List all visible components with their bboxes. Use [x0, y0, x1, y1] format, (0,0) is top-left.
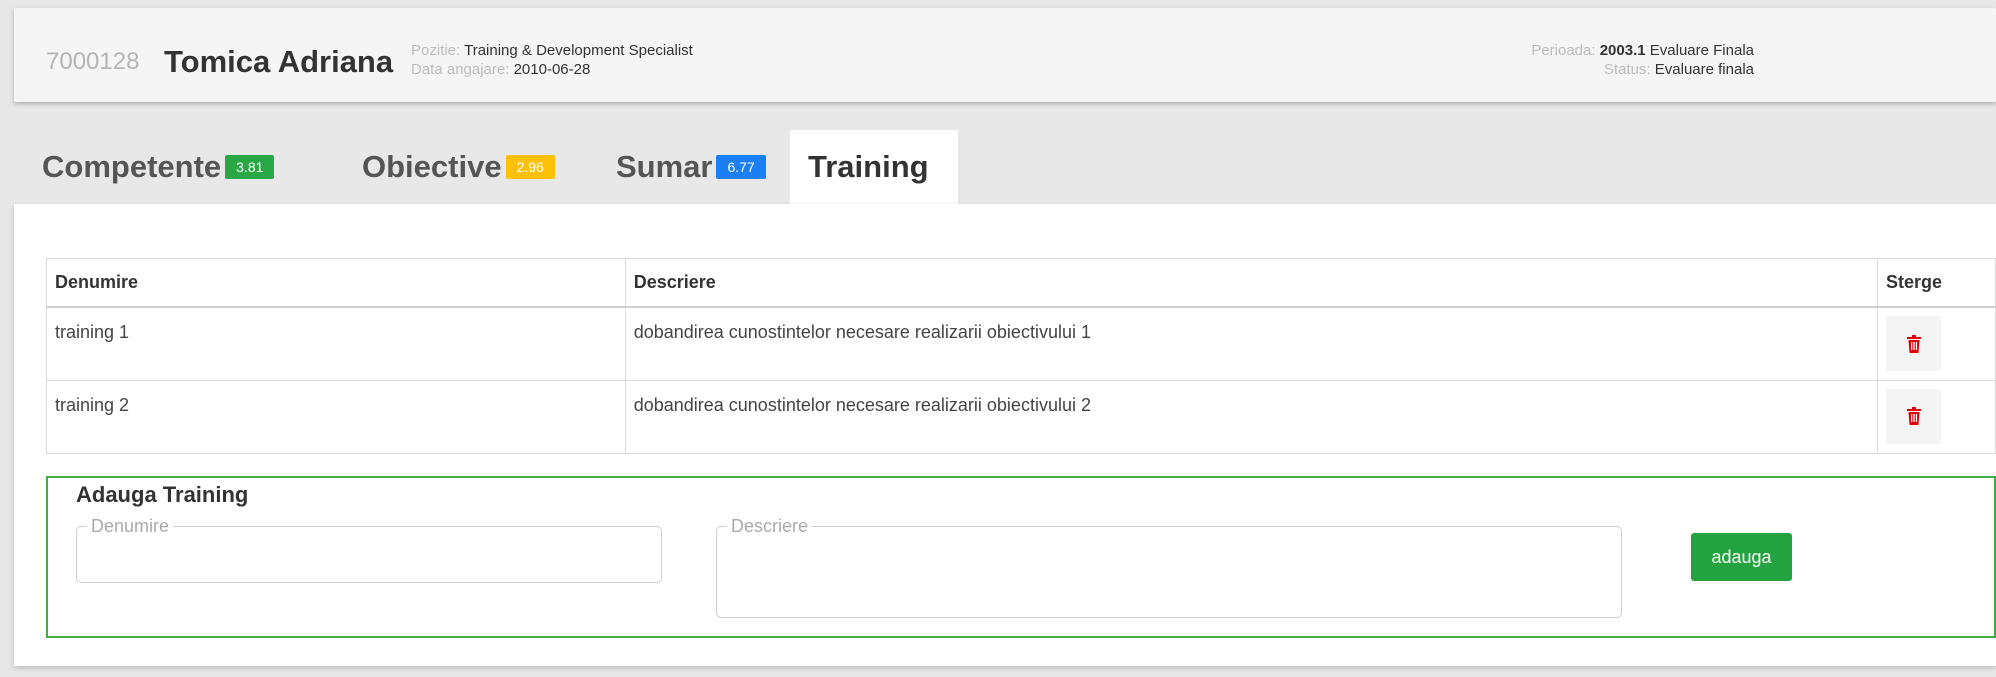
denumire-label: Denumire	[91, 516, 170, 536]
employee-header: 7000128 Tomica Adriana Pozitie: Training…	[14, 8, 1996, 102]
cell-denumire: training 1	[46, 306, 626, 381]
tab-training[interactable]: Training	[790, 130, 958, 204]
delete-button[interactable]	[1886, 388, 1942, 444]
score-badge: 2.96	[505, 155, 555, 179]
column-header: Descriere	[624, 258, 1879, 308]
tab-obiective[interactable]: Obiective 2.96	[344, 130, 573, 204]
score-badge: 6.77	[716, 155, 766, 179]
tab-label: Obiective	[362, 149, 502, 184]
cell-descriere: dobandirea cunostintelor necesare realiz…	[624, 379, 1879, 454]
position-value: Training & Development Specialist	[464, 42, 693, 59]
training-table: Denumire Descriere Sterge training 1 dob…	[46, 258, 1996, 454]
add-training-button[interactable]: adauga	[1691, 533, 1792, 581]
trash-icon	[1906, 334, 1921, 353]
period-label: Perioada:	[1531, 42, 1596, 59]
score-badge: 3.81	[225, 155, 275, 179]
cell-denumire: training 2	[46, 379, 626, 454]
column-header: Denumire	[46, 258, 626, 308]
descriere-input[interactable]	[727, 537, 1611, 579]
descriere-label: Descriere	[731, 516, 809, 536]
tab-label: Training	[808, 149, 929, 184]
status-value: Evaluare finala	[1654, 61, 1754, 78]
tab-competente[interactable]: Competente 3.81	[24, 130, 292, 204]
descriere-field: Descriere	[716, 516, 1622, 618]
table-row: training 2 dobandirea cunostintelor nece…	[46, 379, 1996, 454]
denumire-field: Denumire	[76, 516, 662, 583]
cell-descriere: dobandirea cunostintelor necesare realiz…	[624, 306, 1879, 381]
tab-label: Sumar	[616, 149, 713, 184]
trash-icon	[1906, 407, 1921, 425]
delete-button[interactable]	[1886, 316, 1942, 371]
column-header: Sterge	[1877, 258, 1996, 308]
tab-label: Competente	[42, 149, 222, 184]
tab-sumar[interactable]: Sumar 6.77	[598, 130, 784, 204]
table-row: training 1 dobandirea cunostintelor nece…	[46, 306, 1996, 381]
position-label: Pozitie:	[411, 42, 461, 59]
employee-id: 7000128	[46, 48, 140, 75]
training-panel: Denumire Descriere Sterge training 1 dob…	[14, 204, 1996, 666]
add-training-title: Adauga Training	[76, 482, 249, 507]
status-label: Status:	[1603, 61, 1651, 78]
period-meta: Perioada: 2003.1 Evaluare Finala Status:…	[1454, 41, 1754, 79]
denumire-input[interactable]	[87, 537, 651, 558]
add-training-form: Adauga Training Denumire Descriere adaug…	[46, 476, 1996, 638]
hire-date-value: 2010-06-28	[513, 61, 591, 78]
table-header-row: Denumire Descriere Sterge	[46, 258, 1996, 308]
employee-name: Tomica Adriana	[164, 44, 394, 79]
cell-sterge	[1877, 379, 1996, 454]
hire-date-label: Data angajare:	[411, 61, 510, 78]
cell-sterge	[1877, 306, 1996, 381]
employee-meta: Pozitie: Training & Development Speciali…	[411, 41, 693, 79]
period-name: Evaluare Finala	[1649, 42, 1754, 59]
period-code: 2003.1	[1599, 42, 1646, 59]
